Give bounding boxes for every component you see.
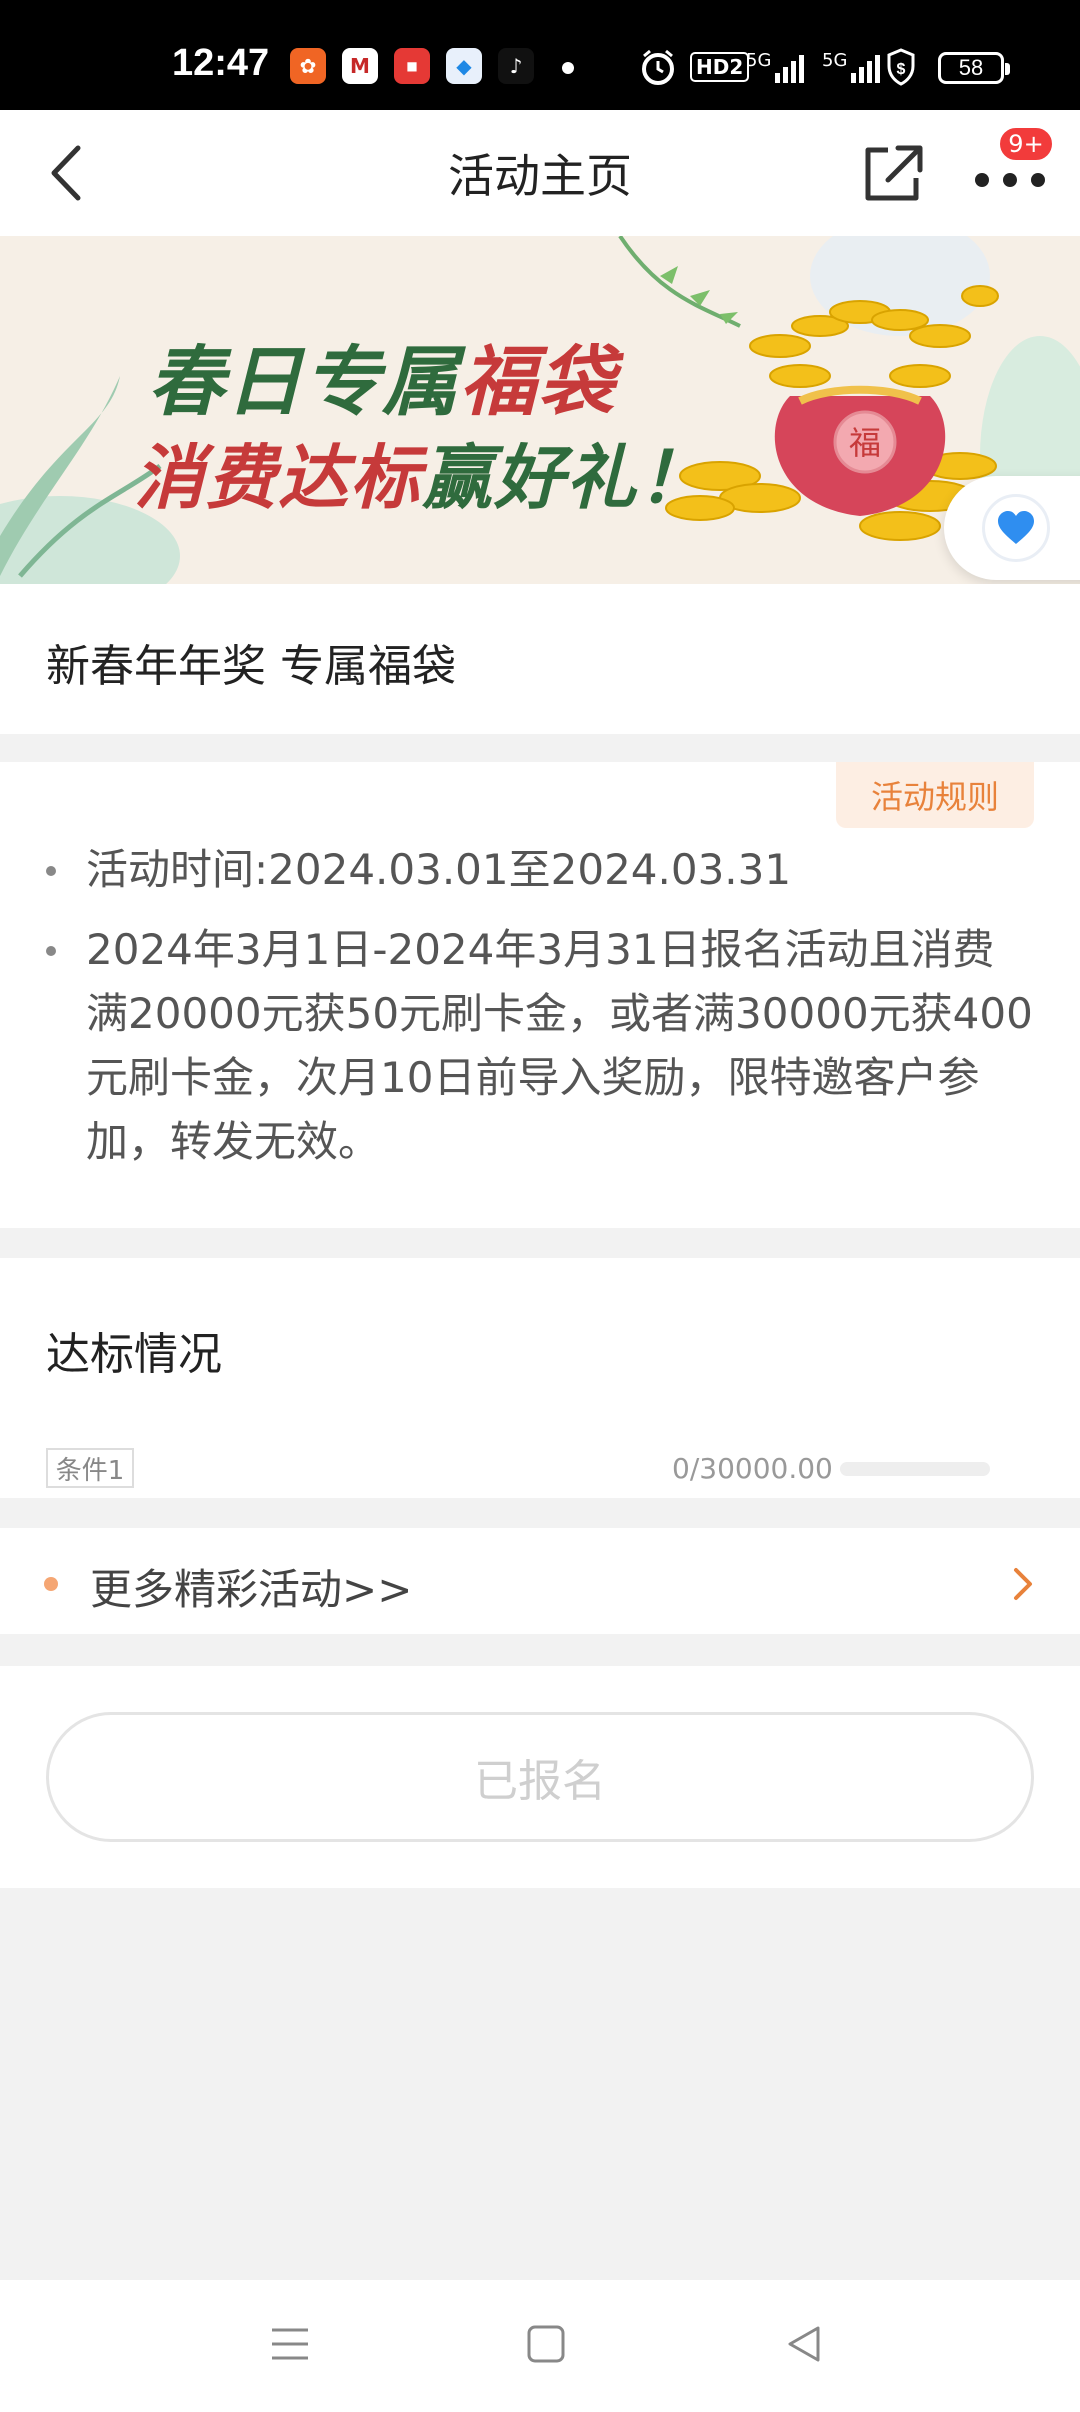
activity-time-text: 活动时间:2024.03.01至2024.03.31 xyxy=(86,845,792,894)
svg-text:$: $ xyxy=(897,61,906,78)
menu-icon[interactable] xyxy=(270,2324,310,2364)
signal-bars-2-icon xyxy=(851,53,881,83)
notification-badge: 9+ xyxy=(998,126,1054,162)
banner-line2-part-a: 消费达标 xyxy=(134,437,422,519)
bullet-dot-icon xyxy=(46,866,56,876)
list-item-time: 活动时间:2024.03.01至2024.03.31 xyxy=(46,838,1034,902)
share-icon[interactable] xyxy=(858,140,928,206)
signal-bars-1-icon xyxy=(775,53,805,83)
bag-char: 福 xyxy=(849,424,881,462)
alarm-icon xyxy=(642,49,674,85)
signal-1: 5G xyxy=(746,50,805,86)
condition-tag: 条件1 xyxy=(46,1448,134,1488)
promo-banner[interactable]: 福 春日专属福袋 消费达标赢好礼！ xyxy=(0,236,1080,584)
favorite-float-button[interactable] xyxy=(944,476,1080,580)
activity-subtitle: 新春年年奖 专属福袋 xyxy=(46,641,456,692)
banner-line2-part-b: 赢好礼！ xyxy=(422,437,710,519)
back-triangle-icon[interactable] xyxy=(784,2324,824,2364)
list-item-description: 2024年3月1日-2024年3月31日报名活动且消费满20000元获50元刷卡… xyxy=(46,918,1034,1174)
shield-dollar-icon: $ xyxy=(887,48,915,86)
bullet-dot-icon xyxy=(46,946,56,956)
status-time: 12:47 xyxy=(172,42,270,84)
app-icon-4: ◆ xyxy=(446,48,482,84)
banner-headline-1: 春日专属福袋 xyxy=(148,320,616,430)
signal-2: 5G xyxy=(822,50,881,86)
notification-dot-icon xyxy=(562,62,574,74)
status-bar: 12:47 ✿ M ■ ◆ ♪ HD2 5G 5G $ 58 xyxy=(0,0,1080,110)
more-activities-row[interactable]: 更多精彩活动>> xyxy=(0,1528,1080,1634)
hd-badge: HD2 xyxy=(690,52,750,82)
home-icon[interactable] xyxy=(526,2324,566,2364)
signed-up-button[interactable]: 已报名 xyxy=(46,1712,1034,1842)
net2-label: 5G xyxy=(822,50,848,71)
banner-headline-2: 消费达标赢好礼！ xyxy=(134,422,710,523)
banner-line1-part-b: 福袋 xyxy=(460,337,616,426)
heart-icon xyxy=(982,494,1050,562)
bank-app-icon: M xyxy=(342,48,378,84)
battery-indicator: 58 xyxy=(938,52,1010,84)
net1-label: 5G xyxy=(746,50,772,71)
nav-bar: 活动主页 9+ xyxy=(0,110,1080,236)
activity-description-text: 2024年3月1日-2024年3月31日报名活动且消费满20000元获50元刷卡… xyxy=(86,925,1033,1166)
app-icon-3: ■ xyxy=(394,48,430,84)
tiktok-icon: ♪ xyxy=(498,48,534,84)
activity-rules-button[interactable]: 活动规则 xyxy=(836,762,1034,828)
more-activities-label: 更多精彩活动>> xyxy=(90,1565,413,1614)
orange-dot-icon xyxy=(44,1577,58,1591)
app-icon-1: ✿ xyxy=(290,48,326,84)
progress-text: 0/30000.00 xyxy=(672,1452,833,1485)
progress-title: 达标情况 xyxy=(46,1329,222,1380)
system-nav-bar xyxy=(0,2280,1080,2412)
progress-bar xyxy=(840,1462,990,1476)
chevron-right-icon xyxy=(1014,1568,1032,1600)
banner-line1-part-a: 春日专属 xyxy=(148,337,460,426)
